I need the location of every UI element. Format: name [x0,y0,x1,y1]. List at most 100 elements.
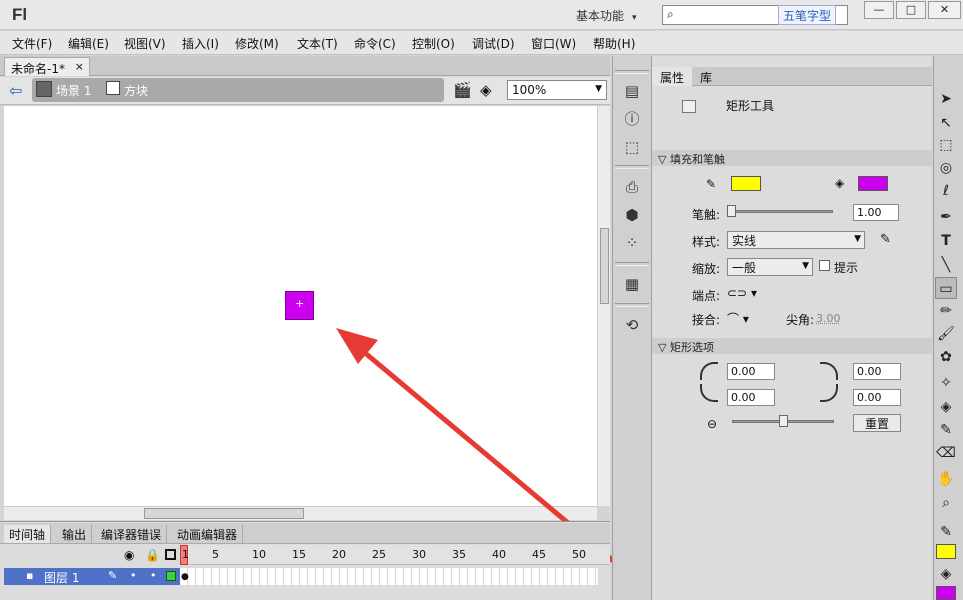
section-rect-options-title: 矩形选项 [669,341,714,354]
brush-tool-icon[interactable]: 🖌 [935,323,957,345]
text-tool-icon[interactable]: T [935,230,957,252]
scale-select[interactable]: 一般 ▼ [727,258,813,276]
tab-compiler-errors[interactable]: 编译器错误 [96,525,168,543]
deco-tool-icon[interactable]: ✿ [935,346,957,368]
layer-row[interactable]: ▪ 图层 1 ✎ • • [4,568,180,585]
fill-color-icon: ◈ [940,566,952,582]
tab-timeline[interactable]: 时间轴 [4,525,52,543]
toolbox-fill-swatch[interactable] [936,586,956,600]
properties-tabs: 属性 库 [652,67,932,86]
lasso-tool-icon[interactable]: ℓ [935,180,957,202]
frame-number: 40 [492,548,506,561]
corner-tr-input[interactable]: 0.00 [853,363,901,380]
paint-bucket-tool-icon[interactable]: ◈ [935,396,957,418]
align-icon[interactable]: ▤ [619,80,645,102]
tab-motion-editor[interactable]: 动画编辑器 [172,525,244,543]
zoom-tool-icon[interactable]: ⌕ [935,492,957,514]
corner-radius-slider-thumb[interactable] [779,415,788,427]
code-snippets-icon[interactable]: ⟲ [619,314,645,336]
eyedropper-tool-icon[interactable]: ✎ [935,419,957,441]
lock-icon[interactable]: 🔒 [145,548,160,562]
frame-number: 35 [452,548,466,561]
strip-separator [615,262,649,266]
toolbox-stroke-swatch[interactable] [936,544,956,559]
frame-ruler[interactable]: 1 5 10 15 20 25 30 35 40 45 50 [180,545,610,565]
line-tool-icon[interactable]: ╲ [935,254,957,276]
frame-number: 25 [372,548,386,561]
frame-grid[interactable]: ● [180,568,598,585]
collapse-icon: ▽ [658,341,670,354]
frame-number: 50 [572,548,586,561]
section-fill-stroke[interactable]: ▽ 填充和笔触 [652,150,932,166]
hint-label: 提示 [834,261,859,275]
miter-value[interactable]: 3.00 [816,312,841,325]
rectangle-tool-icon [682,100,696,113]
paint-bucket-icon: ◈ [835,176,845,190]
bone-tool-icon[interactable]: ✧ [935,372,957,394]
frame-number: 1 [182,548,189,561]
corner-br-input[interactable]: 0.00 [853,389,901,406]
layer-name[interactable]: 图层 1 [44,569,79,586]
pen-tool-icon[interactable]: ✒ [935,206,957,228]
tab-properties[interactable]: 属性 [652,67,693,86]
collapse-icon: ▽ [658,153,670,166]
frame-number: 20 [332,548,346,561]
history-icon[interactable]: ⎙ [619,176,645,198]
transform-icon[interactable]: ⬚ [619,136,645,158]
reset-button[interactable]: 重置 [853,414,901,432]
frame-number: 5 [212,548,219,561]
pencil-icon: ✎ [108,569,118,582]
eraser-tool-icon[interactable]: ⌫ [935,442,957,464]
stroke-label: 笔触: [692,208,721,222]
corner-tl-input[interactable]: 0.00 [727,363,775,380]
section-fill-stroke-title: 填充和笔触 [669,153,725,166]
free-transform-tool-icon[interactable]: ⬚ [935,134,957,156]
outline-color-icon[interactable] [166,571,176,581]
lock-dot-icon[interactable]: • [150,569,157,582]
layer-icon: ▪ [26,569,34,582]
chevron-down-icon: ▼ [802,261,809,271]
eye-icon[interactable]: ◉ [124,548,134,562]
stroke-slider[interactable] [727,210,833,213]
rectangle-tool-button[interactable]: ▭ [935,277,957,299]
stroke-slider-thumb[interactable] [727,205,736,217]
style-label: 样式: [692,235,721,249]
components-icon[interactable]: ⬢ [619,204,645,226]
chevron-down-icon: ▾ [750,286,757,300]
miter-label: 尖角: [786,313,815,327]
outline-icon[interactable] [165,549,176,560]
hint-checkbox[interactable] [819,260,830,271]
stroke-color-icon: ✎ [940,524,952,540]
hand-tool-icon[interactable]: ✋ [935,468,957,490]
pencil-tool-icon[interactable]: ✏ [935,300,957,322]
frame-number: 15 [292,548,306,561]
motion-presets-icon[interactable]: ⁘ [619,232,645,254]
style-select[interactable]: 实线 ▼ [727,231,865,249]
fill-color-swatch[interactable] [858,176,888,191]
link-icon[interactable]: ⊖ [707,417,717,431]
corner-bl-input[interactable]: 0.00 [727,389,775,406]
edit-stroke-style-icon[interactable]: ✎ [880,232,891,247]
stroke-color-swatch[interactable] [731,176,761,191]
join-label: 接合: [692,313,721,327]
cap-select[interactable]: ⊂⊃ ▾ [727,286,757,300]
stroke-width-input[interactable]: 1.00 [853,204,899,221]
scale-label: 缩放: [692,262,721,276]
tab-output[interactable]: 输出 [57,525,93,543]
style-value: 实线 [732,234,757,248]
keyframe-icon[interactable]: ● [181,572,189,582]
chevron-down-icon: ▼ [854,234,861,244]
project-icon[interactable]: ▦ [619,273,645,295]
join-round-icon: ⌒ [727,312,740,326]
tab-library[interactable]: 库 [692,67,720,86]
info-icon[interactable]: ⓘ [619,108,645,130]
section-rect-options[interactable]: ▽ 矩形选项 [652,338,932,354]
cap-round-icon: ⊂⊃ [727,286,748,300]
scale-value: 一般 [732,261,757,275]
visibility-dot-icon[interactable]: • [130,569,137,582]
3d-rotation-tool-icon[interactable]: ◎ [935,157,957,179]
selection-tool-icon[interactable]: ➤ [935,88,957,110]
strip-separator [615,303,649,307]
join-select[interactable]: ⌒ ▾ [727,310,749,327]
subselection-tool-icon[interactable]: ↖ [935,112,957,134]
